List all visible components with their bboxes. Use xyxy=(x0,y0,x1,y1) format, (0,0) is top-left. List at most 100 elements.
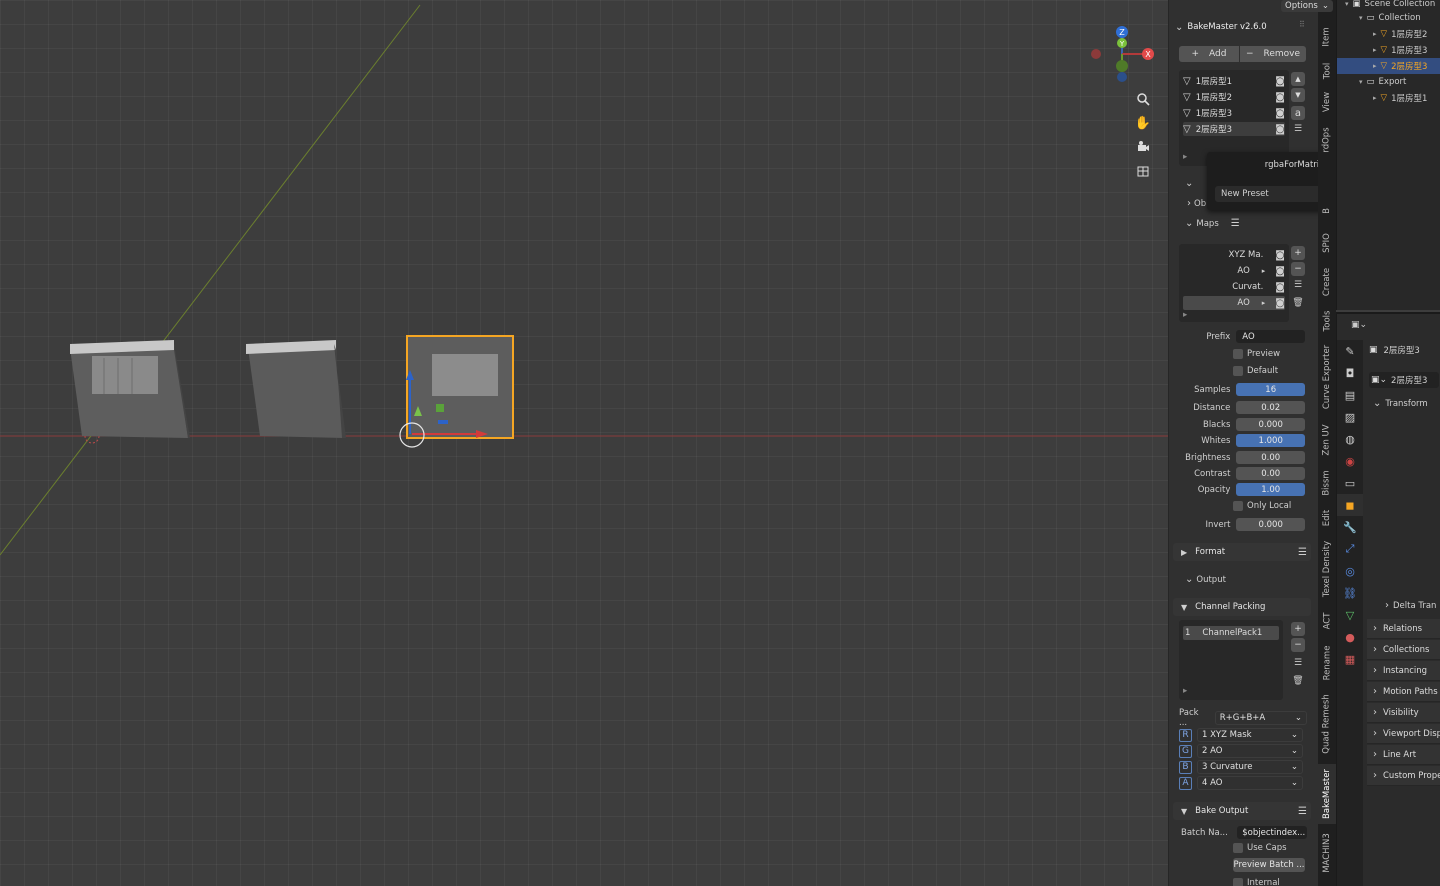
prefix-field[interactable]: AO xyxy=(1236,330,1305,343)
3d-viewport[interactable]: Z X Y ✋ xyxy=(0,0,1168,886)
channel-packing-section[interactable]: ▼ Channel Packing xyxy=(1173,598,1311,616)
list-menu-icon[interactable]: ☰ xyxy=(1231,218,1240,229)
tab-zen-uv[interactable]: Zen UV xyxy=(1318,418,1336,462)
trash-icon[interactable]: 🗑 xyxy=(1291,676,1305,690)
default-checkbox[interactable]: Default xyxy=(1233,366,1278,376)
format-section[interactable]: ▶ Format ☰ xyxy=(1173,543,1311,561)
mesh-object-2[interactable] xyxy=(244,338,348,442)
outliner-row[interactable]: ▸ ▽ 2层房型3 xyxy=(1337,58,1440,74)
outliner-row[interactable]: ▸ ▽ 1层房型3 xyxy=(1337,42,1440,58)
internal-checkbox[interactable]: Internal xyxy=(1233,878,1280,886)
properties-section[interactable]: › Motion Paths xyxy=(1367,682,1440,702)
remove-map-button[interactable]: − xyxy=(1291,262,1305,276)
collection-tab-icon[interactable]: ▭ xyxy=(1337,472,1363,494)
hand-icon[interactable]: ✋ xyxy=(1132,112,1154,134)
editor-type-icon[interactable]: ▣⌄ xyxy=(1351,320,1367,330)
tab-curve-exporter[interactable]: Curve Exporter xyxy=(1318,340,1336,414)
camera-icon[interactable] xyxy=(1132,136,1154,158)
add-pack-button[interactable]: + xyxy=(1291,622,1305,636)
view-layer-tab-icon[interactable]: ▨ xyxy=(1337,406,1363,428)
list-item[interactable]: ▽ 1层房型1 ◙ xyxy=(1183,74,1285,88)
outliner-row[interactable]: ▸ ▽ 1层房型1 xyxy=(1337,90,1440,106)
tab-rename[interactable]: Rename xyxy=(1318,640,1336,686)
navigation-gizmo[interactable]: Z X Y xyxy=(1086,22,1158,84)
particles-tab-icon[interactable]: ⤢ xyxy=(1337,538,1363,560)
expand-arrow-icon[interactable]: ▾ xyxy=(1359,78,1363,86)
list-menu-icon[interactable]: ☰ xyxy=(1291,658,1305,672)
add-button[interactable]: + Add xyxy=(1179,46,1239,62)
tab-act[interactable]: ACT xyxy=(1318,606,1336,636)
tab-edit[interactable]: Edit xyxy=(1318,504,1336,532)
trash-icon[interactable]: 🗑 xyxy=(1291,298,1305,312)
properties-section[interactable]: › Instancing xyxy=(1367,661,1440,681)
tab-rdops[interactable]: rdOps xyxy=(1318,120,1336,160)
chevron-down-icon[interactable]: ⌄ xyxy=(1185,218,1193,229)
channel-a-dropdown[interactable]: 4 AO ⌄ xyxy=(1197,776,1303,790)
tab-texel-density[interactable]: Texel Density xyxy=(1318,536,1336,602)
chevron-down-icon[interactable]: ⌄ xyxy=(1373,398,1381,409)
text-a-icon[interactable]: a xyxy=(1291,106,1305,120)
move-down-button[interactable]: ▼ xyxy=(1291,88,1305,102)
bake-output-section[interactable]: ▼ Bake Output ☰ xyxy=(1173,802,1311,820)
chevron-down-icon[interactable]: ⌄ xyxy=(1175,22,1183,33)
expand-arrow-icon[interactable]: ▸ xyxy=(1373,46,1377,54)
list-menu-icon[interactable]: ☰ xyxy=(1291,280,1305,294)
tab-view[interactable]: View xyxy=(1318,86,1336,118)
list-item[interactable]: XYZ Ma. ◙ xyxy=(1183,248,1286,262)
only-local-checkbox[interactable]: Only Local xyxy=(1233,501,1291,511)
expand-arrow-icon[interactable]: ▾ xyxy=(1345,0,1349,8)
texture-tab-icon[interactable]: ▦ xyxy=(1337,648,1363,670)
material-tab-icon[interactable]: ● xyxy=(1337,626,1363,648)
properties-section[interactable]: › Line Art xyxy=(1367,745,1440,765)
tab-bakemaster[interactable]: BakeMaster xyxy=(1318,764,1336,824)
properties-section[interactable]: › Viewport Disp xyxy=(1367,724,1440,744)
mesh-object-1[interactable] xyxy=(66,338,192,442)
tab-spio[interactable]: SPIO xyxy=(1318,228,1336,258)
physics-tab-icon[interactable]: ◎ xyxy=(1337,560,1363,582)
channel-pack-list[interactable]: 1 ChannelPack1 ▸ xyxy=(1179,620,1283,700)
tab-tools[interactable]: Tools xyxy=(1318,306,1336,336)
properties-section[interactable]: › Relations xyxy=(1367,619,1440,639)
chevron-right-icon[interactable]: › xyxy=(1187,198,1191,209)
field-value[interactable]: 0.00 xyxy=(1236,451,1305,464)
expand-arrow-icon[interactable]: ▸ xyxy=(1373,62,1377,70)
remove-pack-button[interactable]: − xyxy=(1291,638,1305,652)
expand-arrow-icon[interactable]: ▸ xyxy=(1373,30,1377,38)
properties-section[interactable]: › Visibility xyxy=(1367,703,1440,723)
batch-name-field[interactable]: $objectindex... xyxy=(1237,826,1307,839)
expand-arrow-icon[interactable]: ▸ xyxy=(1373,94,1377,102)
tab-tool[interactable]: Tool xyxy=(1318,56,1336,86)
scene-tab-icon[interactable]: ◍ xyxy=(1337,428,1363,450)
channel-b-dropdown[interactable]: 3 Curvature ⌄ xyxy=(1197,760,1303,774)
field-value[interactable]: 16 xyxy=(1236,383,1305,396)
outliner-row[interactable]: ▾ ▭ Export xyxy=(1337,74,1440,90)
chevron-right-icon[interactable]: › xyxy=(1385,600,1389,611)
use-caps-checkbox[interactable]: Use Caps xyxy=(1233,843,1287,853)
maps-list[interactable]: XYZ Ma. ◙ AO ▸ ◙ Curvat. ◙ AO ▸ ◙ ▸ xyxy=(1179,244,1289,322)
outliner-row[interactable]: ▸ ▽ 1层房型2 xyxy=(1337,26,1440,42)
mesh-object-selected[interactable] xyxy=(398,330,522,450)
chevron-down-icon[interactable]: ⌄ xyxy=(1185,178,1193,189)
expand-arrow-icon[interactable]: ▾ xyxy=(1359,14,1363,22)
drag-handle-icon[interactable]: ⠿ xyxy=(1299,20,1305,29)
output-tab-icon[interactable]: ▤ xyxy=(1337,384,1363,406)
preview-batch-button[interactable]: Preview Batch ... xyxy=(1233,858,1305,872)
data-selector[interactable]: ▣⌄ 2层房型3 xyxy=(1369,372,1439,388)
list-item[interactable]: ▽ 1层房型2 ◙ xyxy=(1183,90,1285,104)
tab-machin3[interactable]: MACHIN3 xyxy=(1318,828,1336,878)
pack-dropdown[interactable]: R+G+B+A ⌄ xyxy=(1214,711,1307,725)
properties-section[interactable]: › Collections xyxy=(1367,640,1440,660)
tab-create[interactable]: Create xyxy=(1318,262,1336,302)
chevron-down-icon[interactable]: ⌄ xyxy=(1185,574,1193,585)
render-tab-icon[interactable]: ◘ xyxy=(1337,362,1363,384)
expand-arrow-icon[interactable]: ▸ xyxy=(1183,150,1203,164)
options-dropdown[interactable]: Options ⌄ xyxy=(1281,0,1333,12)
preview-checkbox[interactable]: Preview xyxy=(1233,349,1280,359)
properties-section[interactable]: › Custom Prope xyxy=(1367,766,1440,786)
expand-arrow-icon[interactable]: ▸ xyxy=(1183,684,1203,698)
modifier-tab-icon[interactable]: 🔧 xyxy=(1337,516,1363,538)
remove-button[interactable]: − Remove xyxy=(1240,46,1306,62)
field-value[interactable]: 0.00 xyxy=(1236,467,1305,480)
list-item[interactable]: Curvat. ◙ xyxy=(1183,280,1285,294)
grid-icon[interactable] xyxy=(1132,160,1154,182)
